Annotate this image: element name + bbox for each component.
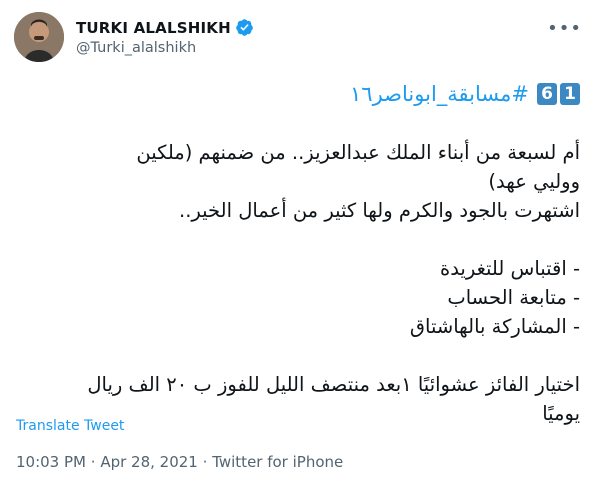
body-line: - المشاركة بالهاشتاق — [409, 315, 580, 338]
more-options-icon[interactable]: ••• — [547, 18, 582, 39]
tweet-body: أم لسبعة من أبناء الملك عبدالعزيز.. من ض… — [10, 138, 580, 428]
tweet-date[interactable]: Apr 28, 2021 — [100, 453, 198, 471]
body-line: - اقتباس للتغريدة — [439, 257, 580, 280]
meta-separator: · — [90, 453, 96, 471]
tweet-time[interactable]: 10:03 PM — [16, 453, 86, 471]
avatar[interactable] — [14, 12, 64, 62]
body-line: - متابعة الحساب — [447, 286, 580, 309]
body-line: أم لسبعة من أبناء الملك عبدالعزيز.. من ض… — [136, 141, 580, 164]
author-name[interactable]: TURKI ALALSHIKH — [76, 19, 231, 37]
keycap-6-icon: 6 — [537, 83, 557, 105]
body-line: اشتهرت بالجود والكرم ولها كثير من أعمال … — [179, 199, 580, 222]
meta-separator: · — [202, 453, 208, 471]
translate-tweet-link[interactable]: Translate Tweet — [16, 418, 124, 434]
keycap-1-icon: 1 — [560, 83, 580, 105]
author-name-row[interactable]: TURKI ALALSHIKH — [76, 18, 254, 37]
author-handle[interactable]: @Turki_alalshikh — [76, 40, 196, 56]
hashtag-row: 1 6 #مسابقة_ابوناصر١٦ — [350, 80, 580, 108]
tweet-header: TURKI ALALSHIKH @Turki_alalshikh ••• — [14, 10, 584, 66]
body-line: اختيار الفائز عشوائيًا ١بعد منتصف الليل … — [87, 373, 580, 396]
tweet-meta: 10:03 PM · Apr 28, 2021 · Twitter for iP… — [16, 453, 343, 471]
tweet-source[interactable]: Twitter for iPhone — [212, 453, 343, 471]
verified-badge-icon — [235, 18, 254, 37]
body-line: ووليي عهد) — [488, 170, 580, 193]
hashtag-link[interactable]: #مسابقة_ابوناصر١٦ — [350, 80, 529, 108]
